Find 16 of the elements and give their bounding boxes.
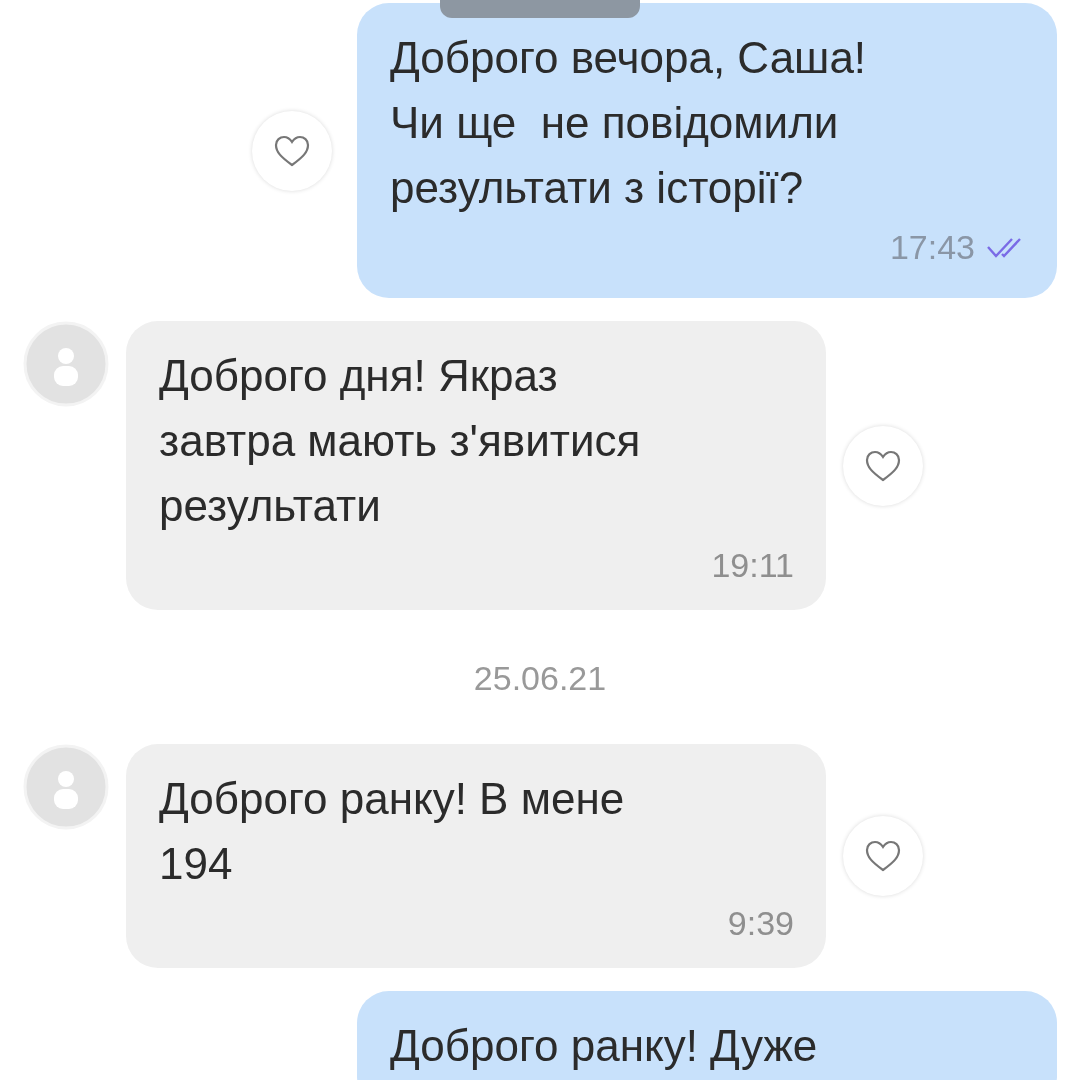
heart-icon	[864, 839, 902, 873]
heart-icon	[864, 448, 902, 483]
message-text: Доброго дня! Якраз завтра мають з'явитися результати	[159, 350, 642, 532]
like-button[interactable]	[252, 110, 332, 191]
avatar-icon	[23, 321, 109, 407]
like-button[interactable]	[843, 816, 923, 896]
avatar-icon	[23, 744, 109, 830]
message-time: 19:11	[711, 545, 794, 585]
message-time: 9:39	[727, 903, 794, 943]
heart-icon	[273, 133, 311, 168]
date-separator: 25.06.21	[473, 659, 607, 698]
like-button[interactable]	[843, 425, 923, 506]
message-text: Доброго ранку! В мене 194	[159, 773, 626, 890]
message-text: Доброго вечора, Саша! Чи ще не повідомили результати з історії?	[390, 32, 868, 214]
message-time: 17:43	[889, 227, 975, 267]
message-text: Доброго ранку! Дуже	[390, 1020, 819, 1072]
